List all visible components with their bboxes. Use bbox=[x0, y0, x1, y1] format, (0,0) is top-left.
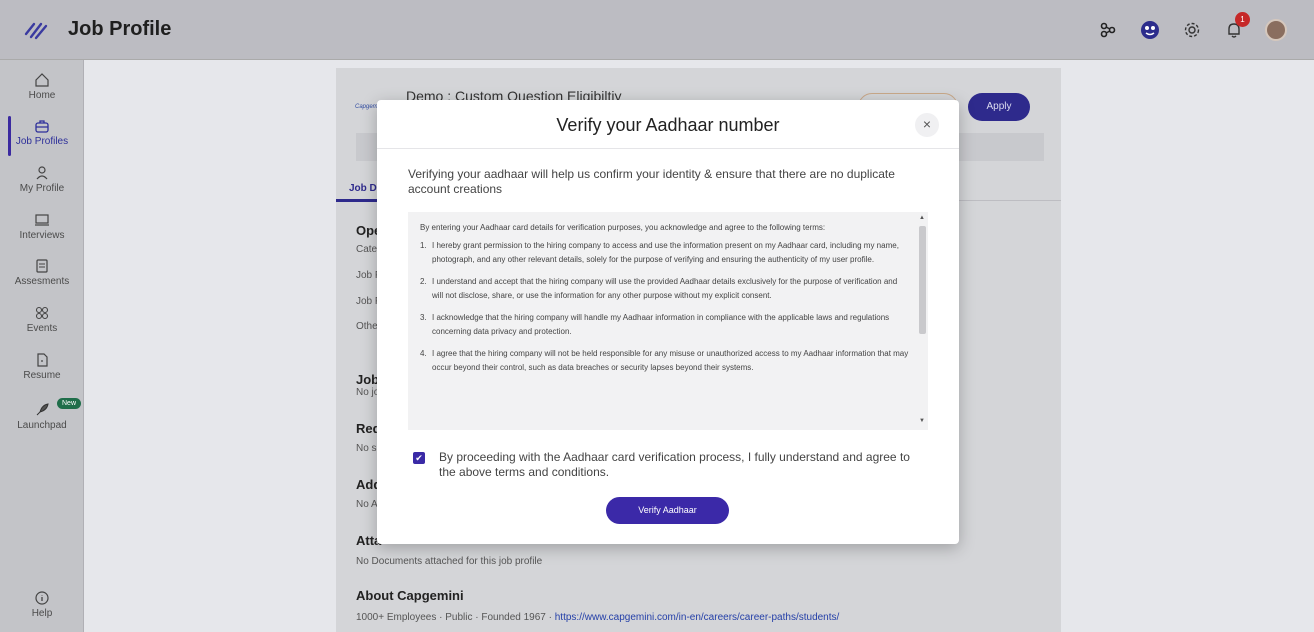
info-icon bbox=[35, 591, 49, 605]
terms-scrollbar[interactable]: ▲ ▼ bbox=[916, 212, 928, 430]
monitor-icon bbox=[35, 214, 49, 226]
modal-divider bbox=[377, 148, 959, 149]
sidebar-item-label: Events bbox=[26, 323, 58, 334]
about-meta: 1000+ Employees · Public · Founded 1967 … bbox=[356, 612, 839, 623]
about-heading: About Capgemini bbox=[356, 588, 464, 603]
terms-content: By entering your Aadhaar card details fo… bbox=[420, 221, 910, 383]
user-avatar-image bbox=[1265, 19, 1287, 41]
document-icon bbox=[36, 259, 48, 273]
terms-scroll-box[interactable]: By entering your Aadhaar card details fo… bbox=[408, 212, 928, 430]
modal-title: Verify your Aadhaar number bbox=[556, 115, 780, 135]
sidebar-item-events[interactable]: Events bbox=[0, 305, 84, 334]
tab-job-description[interactable]: Job D bbox=[349, 183, 377, 194]
consent-checkbox[interactable]: ✔ bbox=[413, 452, 425, 464]
sidebar-item-label: Home bbox=[28, 90, 56, 101]
integrations-icon[interactable] bbox=[1096, 18, 1120, 42]
settings-gear-icon[interactable] bbox=[1180, 18, 1204, 42]
sidebar-item-label: My Profile bbox=[19, 183, 65, 194]
support-icon[interactable] bbox=[1138, 18, 1162, 42]
top-bar: Job Profile 1 bbox=[0, 0, 1314, 60]
section-text: No sl bbox=[356, 443, 379, 454]
sidebar-item-resume[interactable]: Resume bbox=[0, 352, 84, 381]
detail-row: Othe bbox=[356, 321, 378, 332]
briefcase-icon bbox=[35, 120, 49, 133]
terms-item: 2. I understand and accept that the hirin… bbox=[420, 277, 898, 300]
verify-aadhaar-modal: Verify your Aadhaar number × Verifying y… bbox=[377, 100, 959, 544]
sidebar-item-help[interactable]: Help bbox=[0, 590, 84, 619]
attached-documents-text: No Documents attached for this job profi… bbox=[356, 556, 543, 567]
terms-item: 1. I hereby grant permission to the hirin… bbox=[420, 241, 899, 264]
verify-aadhaar-button[interactable]: Verify Aadhaar bbox=[606, 497, 729, 524]
page-title: Job Profile bbox=[68, 18, 172, 40]
consent-label[interactable]: By proceeding with the Aadhaar card veri… bbox=[439, 450, 917, 480]
sidebar-item-label: Interviews bbox=[19, 230, 65, 241]
header-actions: 1 bbox=[1096, 12, 1288, 42]
sidebar-item-my-profile[interactable]: My Profile bbox=[0, 165, 84, 194]
scroll-thumb[interactable] bbox=[919, 226, 926, 334]
file-icon bbox=[37, 353, 48, 367]
help-label: Help bbox=[31, 608, 53, 619]
home-icon bbox=[35, 73, 49, 87]
sidebar-item-assesments[interactable]: Assesments bbox=[0, 258, 84, 287]
sidebar-item-label: Assesments bbox=[14, 276, 70, 287]
sidebar-item-label: Job Profiles bbox=[15, 136, 69, 147]
section-text: No A bbox=[356, 499, 378, 510]
user-icon bbox=[36, 166, 48, 180]
new-badge: New bbox=[57, 398, 82, 409]
grid-icon bbox=[35, 306, 49, 320]
section-heading: Job bbox=[356, 372, 380, 387]
sidebar-item-interviews[interactable]: Interviews bbox=[0, 212, 84, 241]
avatar[interactable] bbox=[1264, 18, 1288, 42]
sidebar-item-job-profiles[interactable]: Job Profiles bbox=[0, 118, 84, 147]
terms-item: 4. I agree that the hiring company will n… bbox=[420, 349, 909, 372]
bell-icon[interactable]: 1 bbox=[1222, 12, 1250, 42]
apply-button[interactable]: Apply bbox=[968, 93, 1030, 121]
careers-link[interactable]: https://www.capgemini.com/in-en/careers/… bbox=[555, 612, 840, 623]
detail-row: Cate bbox=[356, 244, 378, 255]
terms-list: 1. I hereby grant permission to the hirin… bbox=[420, 239, 910, 375]
about-meta-text: 1000+ Employees · Public · Founded 1967 … bbox=[356, 612, 552, 623]
rocket-icon bbox=[36, 403, 49, 416]
close-icon[interactable]: × bbox=[915, 113, 939, 137]
sidebar: Home Job Profiles My Profile Interviews … bbox=[0, 60, 84, 632]
section-text: No jo bbox=[356, 387, 380, 398]
modal-description: Verifying your aadhaar will help us conf… bbox=[408, 167, 895, 196]
app-logo-icon[interactable] bbox=[24, 20, 48, 40]
sidebar-item-label: Launchpad bbox=[17, 420, 67, 431]
sidebar-item-label: Resume bbox=[23, 370, 61, 381]
scroll-up-arrow-icon[interactable]: ▲ bbox=[919, 215, 925, 221]
terms-item: 3. I acknowledge that the hiring company … bbox=[420, 313, 890, 336]
sidebar-item-home[interactable]: Home bbox=[0, 72, 84, 101]
terms-intro: By entering your Aadhaar card details fo… bbox=[420, 223, 826, 232]
scroll-down-arrow-icon[interactable]: ▼ bbox=[919, 418, 925, 424]
notification-badge: 1 bbox=[1235, 12, 1250, 27]
